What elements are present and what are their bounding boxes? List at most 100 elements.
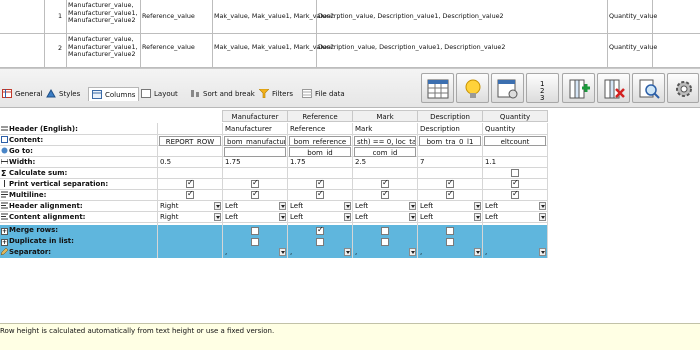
tab-columns[interactable]: Columns [88, 87, 140, 101]
separator-select[interactable]: , [353, 247, 408, 258]
width-field-manufacturer[interactable]: 1.75 [223, 157, 286, 168]
tab-sort-and-break[interactable]: Sort and break [190, 87, 255, 101]
merge-rows-checkbox[interactable] [446, 227, 454, 235]
chevron-down-icon[interactable] [214, 213, 221, 221]
separator-select[interactable]: , [288, 247, 343, 258]
header-field-description[interactable]: Description [418, 124, 481, 135]
print-separation-checkbox[interactable] [446, 178, 454, 188]
width-field-mark[interactable]: 2.5 [353, 157, 416, 168]
column-header[interactable]: Reference [287, 110, 353, 122]
print-separation-checkbox[interactable] [316, 178, 324, 188]
chevron-down-icon[interactable] [409, 213, 416, 221]
status-bar: Row height is calculated automatically f… [0, 323, 700, 350]
duplicate-in-list-checkbox[interactable] [446, 238, 454, 246]
remove-column-button[interactable] [597, 73, 630, 103]
reference-value: Reference_value [142, 44, 195, 51]
column-header[interactable]: Quantity [482, 110, 548, 122]
chevron-down-icon[interactable] [539, 213, 546, 221]
content-alignment-select[interactable]: Left [288, 212, 343, 223]
header-alignment-select[interactable]: Left [353, 201, 408, 212]
content-alignment-select[interactable]: Left [353, 212, 408, 223]
width-field-row-number[interactable]: 0.5 [158, 157, 221, 168]
multiline-checkbox[interactable] [251, 189, 259, 199]
content-field-reference[interactable]: bom_reference [289, 136, 351, 146]
print-separation-checkbox[interactable] [251, 178, 259, 188]
tab-styles[interactable]: Styles [46, 87, 80, 101]
chevron-down-icon[interactable] [539, 202, 546, 210]
header-alignment-select[interactable]: Left [418, 201, 473, 212]
chevron-down-icon[interactable] [279, 248, 286, 256]
chevron-down-icon[interactable] [409, 202, 416, 210]
multiline-checkbox[interactable] [511, 189, 519, 199]
chevron-down-icon[interactable] [214, 202, 221, 210]
merge-rows-checkbox[interactable] [316, 225, 324, 235]
width-field-description[interactable]: 7 [418, 157, 481, 168]
chevron-down-icon[interactable] [344, 213, 351, 221]
content-alignment-select[interactable]: Left [418, 212, 473, 223]
duplicate-in-list-checkbox[interactable] [381, 238, 389, 246]
merge-rows-checkbox[interactable] [381, 227, 389, 235]
content-field-description[interactable]: bom_tra_0_l1 [419, 136, 481, 146]
content-alignment-select[interactable]: Left [223, 212, 278, 223]
calculate-sum-checkbox[interactable] [511, 169, 519, 177]
numbering-button[interactable]: 1 2 3 [526, 73, 559, 103]
column-settings-button[interactable] [491, 73, 524, 103]
column-header[interactable]: Manufacturer [222, 110, 288, 122]
separator-select[interactable]: , [418, 247, 473, 258]
separator-select[interactable]: , [223, 247, 278, 258]
chevron-down-icon[interactable] [409, 248, 416, 256]
lightbulb-button[interactable] [456, 73, 489, 103]
chevron-down-icon[interactable] [279, 213, 286, 221]
content-alignment-select[interactable]: Right [158, 212, 213, 223]
merge-rows-checkbox[interactable] [251, 227, 259, 235]
chevron-down-icon[interactable] [344, 202, 351, 210]
header-field-quantity[interactable]: Quantity [483, 124, 546, 135]
content-field-manufacturer[interactable]: bom_manufacturer [224, 136, 286, 146]
tab-filters[interactable]: Filters [258, 87, 293, 101]
report-preview: 1 Manufacturer_value, Manufacturer_value… [0, 0, 700, 68]
expand-icon[interactable]: + [1, 239, 8, 246]
chevron-down-icon[interactable] [474, 248, 481, 256]
tab-general[interactable]: General [2, 87, 43, 101]
tab-file-data[interactable]: File data [302, 87, 345, 101]
chevron-down-icon[interactable] [474, 202, 481, 210]
tab-layout[interactable]: Layout [141, 87, 178, 101]
multiline-checkbox[interactable] [316, 189, 324, 199]
table-view-button[interactable] [421, 73, 454, 103]
print-separation-checkbox[interactable] [381, 178, 389, 188]
expand-icon[interactable]: + [1, 228, 8, 235]
content-field-mark[interactable]: sth) == 0, loc_tagpo [354, 136, 416, 146]
content-alignment-select[interactable]: Left [483, 212, 538, 223]
width-field-reference[interactable]: 1.75 [288, 157, 351, 168]
header-field-manufacturer[interactable]: Manufacturer [223, 124, 286, 135]
chevron-down-icon[interactable] [279, 202, 286, 210]
header-alignment-select[interactable]: Left [223, 201, 278, 212]
multiline-checkbox[interactable] [381, 189, 389, 199]
column-header[interactable]: Description [417, 110, 483, 122]
multiline-checkbox[interactable] [186, 189, 194, 199]
duplicate-in-list-checkbox[interactable] [251, 238, 259, 246]
print-separation-checkbox[interactable] [186, 178, 194, 188]
content-field-row-number[interactable]: REPORT_ROW [159, 136, 221, 146]
width-field-quantity[interactable]: 1.1 [483, 157, 546, 168]
separator-select[interactable]: , [483, 247, 538, 258]
column-header[interactable]: Mark [352, 110, 418, 122]
content-field-quantity[interactable]: eltcount [484, 136, 546, 146]
settings-button[interactable] [667, 73, 699, 103]
header-field-reference[interactable]: Reference [288, 124, 351, 135]
header-alignment-select[interactable]: Left [288, 201, 343, 212]
chevron-down-icon[interactable] [344, 248, 351, 256]
goto-field-manufacturer[interactable] [224, 147, 286, 157]
header-alignment-select[interactable]: Right [158, 201, 213, 212]
chevron-down-icon[interactable] [539, 248, 546, 256]
header-field-mark[interactable]: Mark [353, 124, 416, 135]
multiline-checkbox[interactable] [446, 189, 454, 199]
goto-field-mark[interactable]: com_id [354, 147, 416, 157]
print-separation-checkbox[interactable] [511, 178, 519, 188]
chevron-down-icon[interactable] [474, 213, 481, 221]
goto-field-reference[interactable]: bom_id [289, 147, 351, 157]
add-column-button[interactable] [562, 73, 595, 103]
duplicate-in-list-checkbox[interactable] [316, 238, 324, 246]
preview-button[interactable] [632, 73, 665, 103]
header-alignment-select[interactable]: Left [483, 201, 538, 212]
